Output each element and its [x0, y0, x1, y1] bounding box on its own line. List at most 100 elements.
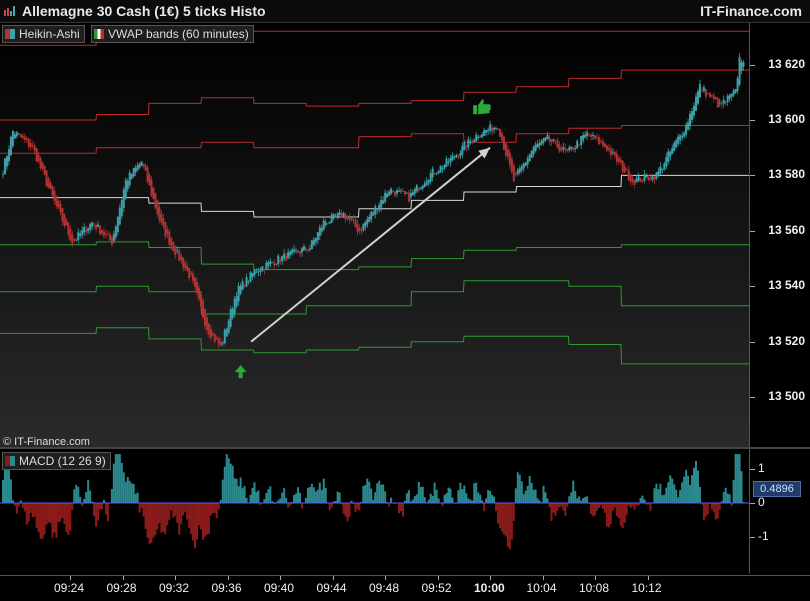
time-tick-label: 09:52	[421, 581, 452, 595]
heikin-ashi-candle	[708, 92, 711, 98]
macd-histogram-bar	[207, 503, 210, 534]
legend-heikin-ashi[interactable]: Heikin-Ashi	[2, 25, 85, 43]
candle-body	[597, 137, 600, 145]
macd-histogram-bar	[695, 460, 697, 504]
macd-histogram-bar	[568, 496, 571, 504]
macd-panel[interactable]: MACD (12 26 9)	[0, 449, 749, 574]
macd-histogram-bar	[520, 481, 523, 504]
candle-body	[382, 200, 385, 204]
price-panel-background	[0, 23, 749, 447]
macd-histogram-bar	[498, 503, 501, 529]
macd-histogram-bar	[215, 503, 218, 519]
macd-histogram-bar	[184, 503, 187, 512]
candle-body	[611, 151, 614, 153]
macd-tick-label: -1	[758, 528, 769, 543]
macd-histogram-bar	[479, 494, 482, 504]
candle-body	[621, 160, 624, 172]
macd-chart-svg[interactable]	[0, 449, 749, 574]
price-panel[interactable]: Heikin-Ashi VWAP bands (60 minutes)	[0, 23, 749, 447]
candle-body	[502, 136, 505, 150]
time-tick-mark	[595, 576, 596, 580]
legend-vwap-bands[interactable]: VWAP bands (60 minutes)	[91, 25, 254, 43]
candle-body	[114, 226, 117, 238]
candle-body	[312, 239, 315, 245]
price-tick-mark	[750, 64, 755, 66]
candle-body	[342, 212, 345, 216]
heikin-ashi-candle	[326, 223, 329, 225]
candle-body	[732, 90, 735, 96]
candle-body	[265, 262, 268, 270]
macd-histogram-bar	[706, 503, 709, 515]
macd-histogram-bar	[31, 503, 34, 518]
macd-histogram-bar	[97, 503, 100, 521]
candle-body	[209, 329, 212, 338]
candle-body	[166, 229, 169, 235]
candle-body	[227, 320, 230, 333]
macd-histogram-bar	[594, 503, 597, 516]
candle-body	[51, 185, 54, 196]
macd-histogram-bar	[65, 503, 68, 533]
candle-body	[237, 285, 240, 302]
macd-histogram-bar	[170, 503, 173, 511]
candle-body	[601, 141, 604, 146]
heikin-ashi-candle	[35, 147, 38, 162]
macd-histogram-bar	[609, 503, 612, 524]
heikin-ashi-candle	[154, 192, 157, 210]
macd-histogram-bar	[597, 503, 600, 508]
candle-body	[483, 130, 486, 136]
candle-body	[176, 250, 179, 252]
candle-body	[57, 200, 60, 208]
candle-body	[568, 147, 571, 151]
candle-body	[473, 140, 476, 143]
macd-histogram-bar	[497, 503, 499, 524]
macd-histogram-bar	[643, 499, 646, 504]
heikin-ashi-candle	[3, 158, 6, 175]
candle-body	[639, 178, 642, 183]
macd-icon	[5, 456, 15, 466]
candle-body	[358, 227, 361, 232]
macd-axis[interactable]: 1 0 -1	[749, 449, 810, 574]
candle-body	[45, 170, 48, 186]
candle-body	[679, 134, 682, 141]
candle-body	[394, 191, 397, 196]
macd-histogram-bar	[623, 503, 626, 523]
price-chart-svg[interactable]	[0, 23, 749, 447]
thumb-cuff	[473, 105, 478, 115]
macd-histogram-bar	[374, 492, 377, 504]
candle-body	[669, 151, 672, 157]
macd-histogram-bar	[150, 503, 153, 543]
candle-body	[344, 214, 347, 220]
macd-histogram-bar	[552, 503, 555, 513]
macd-histogram-bar	[172, 503, 175, 518]
legend-macd[interactable]: MACD (12 26 9)	[2, 452, 111, 470]
candle-body	[487, 129, 490, 132]
macd-histogram-bar	[698, 486, 701, 504]
candle-body	[354, 220, 357, 227]
price-axis[interactable]: 13 500 13 520 13 540 13 560 13 580 13 600 13 6…	[749, 23, 810, 447]
candle-body	[710, 95, 713, 96]
macd-histogram-bar	[562, 503, 565, 511]
time-axis[interactable]: 09:24 09:28 09:32 09:36 09:40 09:44 09:48 09:52…	[0, 575, 810, 601]
macd-histogram-bar	[299, 492, 301, 504]
price-tick-mark	[750, 397, 755, 399]
macd-histogram-bar	[142, 503, 145, 517]
macd-histogram-bar	[281, 492, 284, 504]
candle-body	[386, 193, 389, 198]
macd-histogram-bar	[625, 503, 628, 516]
candle-body	[635, 178, 638, 183]
macd-histogram-bar	[180, 503, 183, 525]
macd-histogram-bar	[603, 503, 606, 513]
candle-body	[560, 147, 563, 151]
candle-body	[366, 219, 369, 225]
candle-body	[582, 135, 585, 141]
heikin-ashi-candle	[99, 224, 102, 236]
macd-histogram-bar	[122, 472, 125, 504]
heikin-ashi-candle	[225, 327, 228, 337]
macd-histogram-bar	[495, 503, 498, 512]
macd-histogram-bar	[83, 498, 86, 504]
candle-body	[564, 148, 567, 151]
candle-body	[180, 255, 183, 261]
macd-histogram-bar	[61, 503, 64, 519]
candle-body	[184, 262, 187, 269]
candle-body	[144, 164, 147, 171]
